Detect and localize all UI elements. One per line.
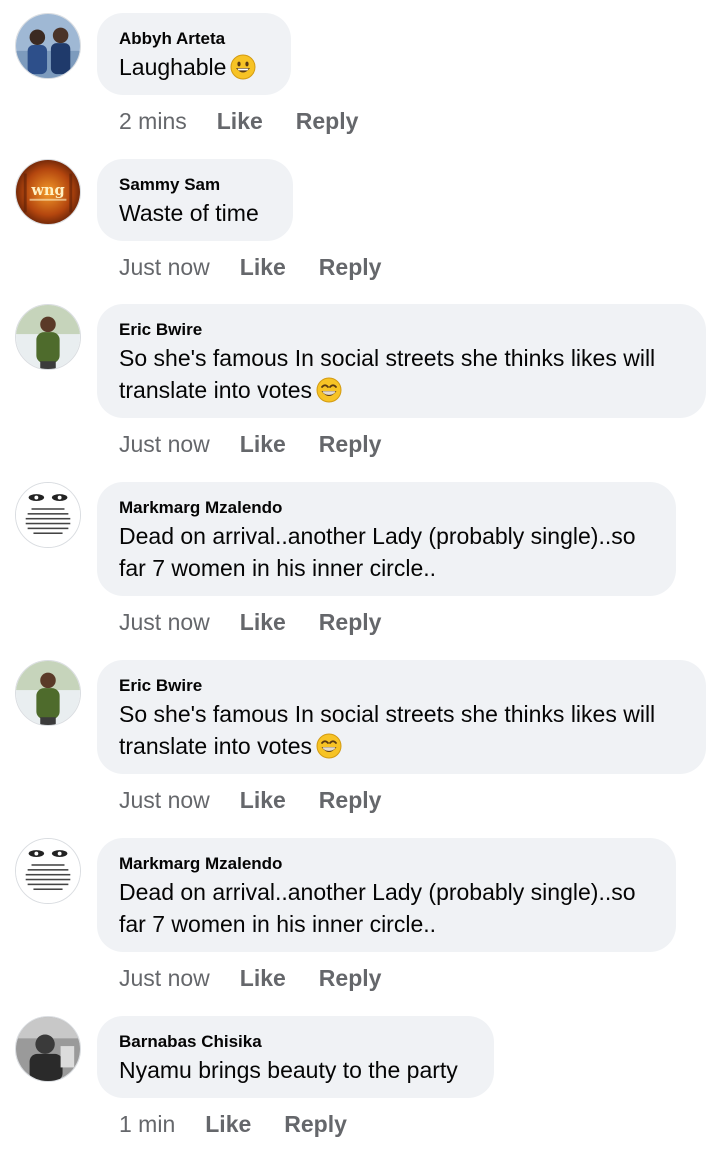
avatar[interactable]: [15, 660, 81, 726]
like-button[interactable]: Like: [240, 786, 286, 814]
comment-text-content: So she's famous In social streets she th…: [119, 701, 656, 759]
avatar[interactable]: [15, 304, 81, 370]
comment-item: wng Sammy Sam Waste of time Just now Like…: [0, 159, 720, 289]
avatar[interactable]: wng: [15, 159, 81, 225]
comment-timestamp[interactable]: Just now: [119, 608, 210, 636]
reply-button[interactable]: Reply: [319, 964, 382, 992]
like-button[interactable]: Like: [240, 430, 286, 458]
comment-bubble: Barnabas Chisika Nyamu brings beauty to …: [97, 1016, 494, 1098]
comment-timestamp[interactable]: Just now: [119, 430, 210, 458]
comment-text: Dead on arrival..another Lady (probably …: [119, 879, 636, 937]
comment-bubble: Eric Bwire So she's famous In social str…: [97, 304, 706, 418]
comment-bubble: Sammy Sam Waste of time: [97, 159, 293, 241]
like-button[interactable]: Like: [217, 107, 263, 135]
beaming-face-icon: [316, 377, 342, 403]
comment-timestamp[interactable]: Just now: [119, 253, 210, 281]
comment-timestamp[interactable]: 2 mins: [119, 107, 187, 135]
reply-button[interactable]: Reply: [319, 430, 382, 458]
comment-item: Barnabas Chisika Nyamu brings beauty to …: [0, 1016, 720, 1146]
author-name[interactable]: Markmarg Mzalendo: [119, 498, 654, 518]
avatar[interactable]: [15, 482, 81, 548]
like-button[interactable]: Like: [240, 253, 286, 281]
comment-text: Waste of time: [119, 200, 259, 226]
comment-item: Markmarg Mzalendo Dead on arrival..anoth…: [0, 482, 720, 642]
reply-button[interactable]: Reply: [319, 608, 382, 636]
comment-text: Nyamu brings beauty to the party: [119, 1057, 458, 1083]
beaming-face-icon: [316, 733, 342, 759]
avatar[interactable]: [15, 838, 81, 904]
comment-text-content: So she's famous In social streets she th…: [119, 345, 656, 403]
comment-bubble: Abbyh Arteta Laughable: [97, 13, 291, 95]
reply-button[interactable]: Reply: [319, 253, 382, 281]
comment-text: Laughable: [119, 51, 269, 83]
comment-text: So she's famous In social streets she th…: [119, 698, 684, 762]
svg-text:wng: wng: [30, 182, 64, 199]
like-button[interactable]: Like: [205, 1110, 251, 1138]
comment-item: Markmarg Mzalendo Dead on arrival..anoth…: [0, 838, 720, 998]
comment-text-content: Laughable: [119, 54, 227, 80]
comment-actions: Just now Like Reply: [119, 430, 381, 458]
comment-bubble: Markmarg Mzalendo Dead on arrival..anoth…: [97, 482, 676, 596]
comment-bubble: Markmarg Mzalendo Dead on arrival..anoth…: [97, 838, 676, 952]
avatar[interactable]: [15, 1016, 81, 1082]
comment-item: Eric Bwire So she's famous In social str…: [0, 660, 720, 820]
grinning-face-icon: [230, 54, 256, 80]
author-name[interactable]: Eric Bwire: [119, 676, 684, 696]
comment-text: So she's famous In social streets she th…: [119, 342, 684, 406]
author-name[interactable]: Abbyh Arteta: [119, 29, 269, 49]
author-name[interactable]: Markmarg Mzalendo: [119, 854, 654, 874]
comment-item: Abbyh Arteta Laughable 2 mins Like Reply: [0, 13, 720, 143]
comment-actions: 1 min Like Reply: [119, 1110, 347, 1138]
reply-button[interactable]: Reply: [284, 1110, 347, 1138]
comment-actions: Just now Like Reply: [119, 608, 381, 636]
author-name[interactable]: Barnabas Chisika: [119, 1032, 472, 1052]
comment-timestamp[interactable]: Just now: [119, 964, 210, 992]
reply-button[interactable]: Reply: [296, 107, 359, 135]
comment-text: Dead on arrival..another Lady (probably …: [119, 523, 636, 581]
comment-timestamp[interactable]: Just now: [119, 786, 210, 814]
like-button[interactable]: Like: [240, 608, 286, 636]
author-name[interactable]: Eric Bwire: [119, 320, 684, 340]
reply-button[interactable]: Reply: [319, 786, 382, 814]
avatar[interactable]: [15, 13, 81, 79]
like-button[interactable]: Like: [240, 964, 286, 992]
comment-actions: Just now Like Reply: [119, 786, 381, 814]
comment-bubble: Eric Bwire So she's famous In social str…: [97, 660, 706, 774]
comment-actions: Just now Like Reply: [119, 253, 381, 281]
comment-actions: 2 mins Like Reply: [119, 107, 358, 135]
author-name[interactable]: Sammy Sam: [119, 175, 271, 195]
comment-timestamp[interactable]: 1 min: [119, 1110, 175, 1138]
comment-item: Eric Bwire So she's famous In social str…: [0, 304, 720, 464]
comment-actions: Just now Like Reply: [119, 964, 381, 992]
